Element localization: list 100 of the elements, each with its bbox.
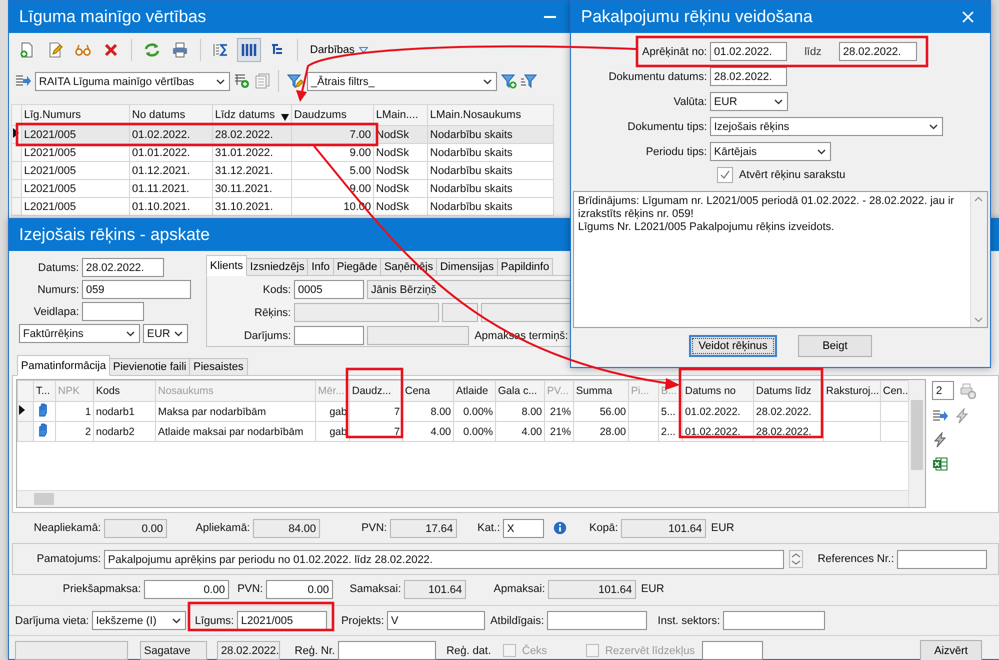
- table-row[interactable]: L2021/005 01.01.2022. 31.01.2022. 9.00 NodSk Nodarbību skaits: [12, 144, 554, 162]
- currency-select[interactable]: EUR: [143, 324, 188, 343]
- field-label: Darījuma vieta:: [14, 614, 89, 626]
- counter-field[interactable]: 2: [932, 381, 954, 400]
- table-cell: 01.01.2022.: [130, 144, 212, 162]
- field-label: Projekts:: [340, 614, 384, 626]
- sector-field[interactable]: [723, 611, 825, 630]
- table-cell: 31.10.2021.: [212, 198, 292, 216]
- column-header[interactable]: Cen...: [880, 380, 908, 402]
- spreadsheet-icon[interactable]: [932, 456, 948, 472]
- filter-select[interactable]: _Ātrais filtrs_: [307, 72, 497, 90]
- actions-menu-button[interactable]: Darbības: [306, 42, 372, 58]
- dialog-button[interactable]: Veidot rēķinus: [689, 335, 777, 357]
- close-icon[interactable]: [962, 11, 974, 23]
- tab[interactable]: Dimensijas: [436, 258, 498, 276]
- responsible-field[interactable]: [547, 611, 647, 630]
- column-header[interactable]: LMain.Nosaukums: [428, 104, 554, 126]
- table-cell: 21%: [544, 402, 574, 422]
- table-cell: L2021/005: [22, 144, 130, 162]
- table-row[interactable]: L2021/005 01.12.2021. 31.12.2021. 5.00 NodSk Nodarbību skaits: [12, 162, 554, 180]
- column-header[interactable]: Summa: [574, 380, 628, 402]
- prepayment-vat-field[interactable]: 0.00: [266, 580, 333, 598]
- hand-icon[interactable]: [36, 422, 50, 438]
- from-date-field[interactable]: 01.02.2022.: [710, 42, 787, 61]
- info-icon[interactable]: [553, 521, 567, 535]
- contract-field[interactable]: L2021/005: [237, 611, 327, 630]
- tab[interactable]: Papildinfo: [496, 258, 554, 276]
- input-field[interactable]: [702, 641, 763, 660]
- table-row[interactable]: L2021/005 01.11.2021. 30.11.2021. 9.00 NodSk Nodarbību skaits: [12, 180, 554, 198]
- columns-view-button[interactable]: [237, 38, 261, 62]
- tab[interactable]: Izsniedzējs: [246, 258, 308, 276]
- vertical-scrollbar[interactable]: [908, 380, 925, 507]
- prepayment-field[interactable]: 0.00: [144, 580, 229, 598]
- hand-icon[interactable]: [36, 402, 50, 418]
- column-header[interactable]: T...: [34, 380, 56, 402]
- tab[interactable]: Piesaistes: [189, 358, 248, 376]
- column-header[interactable]: Līg.Numurs: [22, 104, 130, 126]
- tab[interactable]: Piegāde: [332, 258, 382, 276]
- deal-field[interactable]: [294, 326, 364, 345]
- period-type-select[interactable]: Kārtējais: [710, 142, 831, 161]
- date-field[interactable]: 28.02.2022.: [82, 258, 164, 277]
- table-cell: 28.02.2022.: [212, 126, 292, 144]
- column-header[interactable]: LMain....: [374, 104, 428, 126]
- document-plus-icon: [19, 42, 35, 58]
- table-cell: 2...: [658, 422, 682, 442]
- lightning-icon[interactable]: [954, 408, 970, 424]
- dialog-button[interactable]: Beigt: [798, 335, 872, 357]
- columns-icon: [241, 42, 257, 58]
- column-header[interactable]: Gala c...: [496, 380, 544, 402]
- tab[interactable]: Pievienotie faili: [108, 358, 190, 376]
- table-cell: 1: [56, 402, 94, 422]
- tab[interactable]: Pamatinformācija: [17, 355, 110, 376]
- references-field[interactable]: [897, 550, 987, 568]
- code-field[interactable]: 0005: [294, 280, 364, 299]
- printer-icon[interactable]: [960, 382, 976, 398]
- currency-select[interactable]: EUR: [710, 92, 788, 111]
- close-button[interactable]: Aizvērt: [920, 640, 982, 660]
- tab[interactable]: Klients: [206, 255, 248, 276]
- field-label: Reģ. Nr.: [294, 644, 335, 656]
- project-field[interactable]: V: [387, 611, 485, 630]
- taxable-field: 84.00: [253, 518, 320, 538]
- filter-add-icon[interactable]: [501, 73, 517, 89]
- registration-number-field[interactable]: [338, 641, 436, 660]
- document-kind-select[interactable]: Faktūrrēķins: [19, 324, 140, 343]
- to-date-field[interactable]: 28.02.2022.: [839, 42, 917, 61]
- field-label: Valūta:: [672, 96, 707, 108]
- table-cell: L2021/005: [22, 198, 130, 216]
- spin-buttons-icon[interactable]: [789, 550, 803, 568]
- transaction-place-select[interactable]: Iekšzeme (I): [92, 611, 186, 630]
- filter-edit-icon[interactable]: [287, 73, 303, 89]
- lightning-icon[interactable]: [932, 432, 948, 448]
- number-field[interactable]: 059: [82, 280, 191, 299]
- table-cell: 56.00: [574, 402, 628, 422]
- column-header[interactable]: Atlaide: [454, 380, 496, 402]
- document-type-select[interactable]: Izejošais rēķins: [710, 117, 943, 136]
- column-header[interactable]: Kods: [94, 380, 156, 402]
- add-row-icon[interactable]: [234, 73, 250, 89]
- vertical-scrollbar[interactable]: [970, 192, 987, 327]
- column-header[interactable]: Raksturoj...: [824, 380, 880, 402]
- layout-select[interactable]: RAITA Līguma mainīgo vērtības: [35, 72, 230, 90]
- checkbox[interactable]: [717, 167, 733, 183]
- field-label: PVN:: [360, 522, 387, 534]
- basis-field[interactable]: Pakalpojumu aprēķins par periodu no 01.02.2022. līdz 28.02.2022.: [104, 550, 784, 568]
- table-cell: L2021/005: [22, 180, 130, 198]
- column-header[interactable]: Datums līdz: [754, 380, 824, 402]
- minimize-icon[interactable]: [544, 16, 556, 18]
- table-cell: 30.11.2021.: [212, 180, 292, 198]
- column-header[interactable]: Cena: [402, 380, 454, 402]
- column-header[interactable]: Daudz...: [350, 380, 402, 402]
- horizontal-scrollbar[interactable]: [17, 490, 908, 507]
- table-cell: Nodarbību skaits: [428, 198, 554, 216]
- untaxed-field: 0.00: [104, 518, 167, 538]
- filter-icon[interactable]: [521, 73, 537, 89]
- column-header[interactable]: Datums no: [682, 380, 754, 402]
- field-label: Līgums:: [194, 614, 234, 626]
- document-date-field[interactable]: 28.02.2022.: [710, 67, 787, 86]
- form-field[interactable]: [82, 302, 144, 321]
- category-field[interactable]: X: [503, 518, 544, 538]
- table-cell: NodSk: [374, 162, 428, 180]
- tab[interactable]: Info: [307, 258, 334, 276]
